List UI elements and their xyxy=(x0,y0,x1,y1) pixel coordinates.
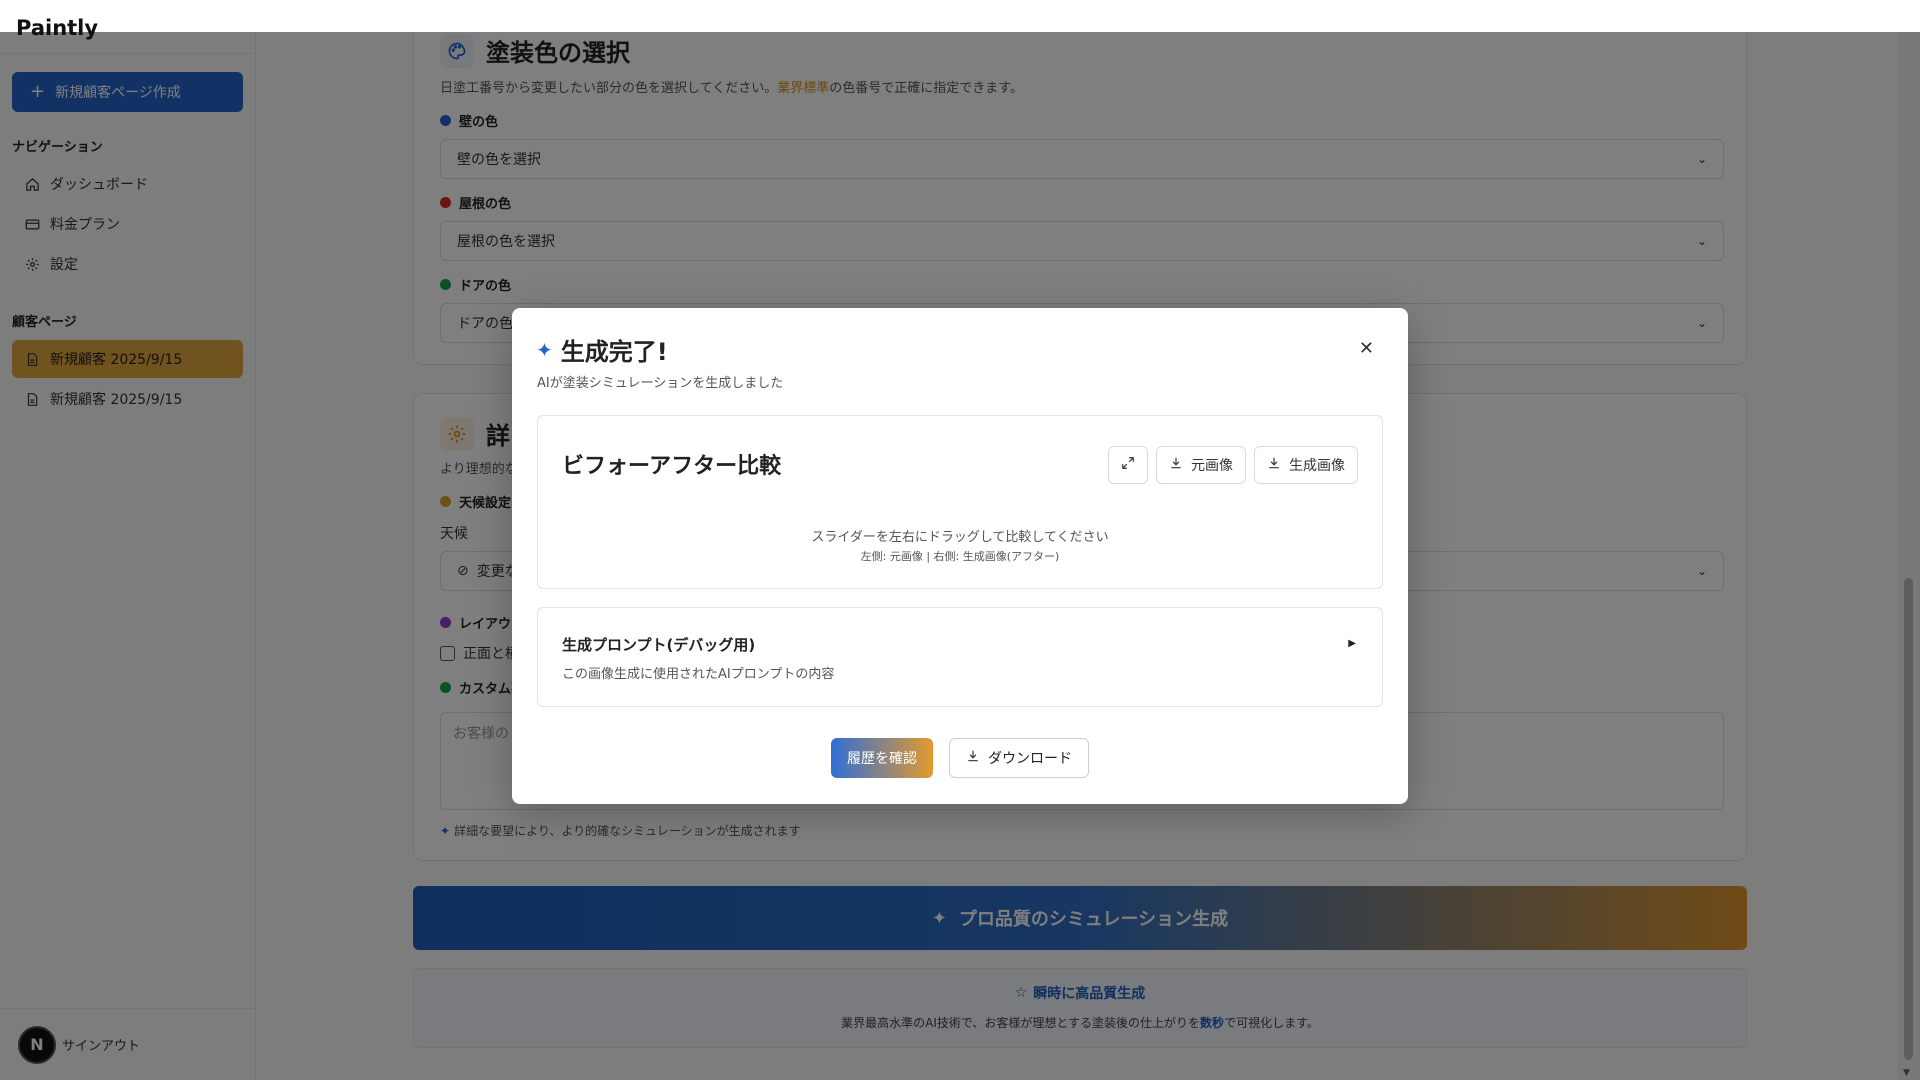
download-icon xyxy=(1169,456,1183,474)
prompt-card[interactable]: 生成プロンプト(デバッグ用) ▶ この画像生成に使用されたAIプロンプトの内容 xyxy=(537,607,1383,707)
slider-sub-hint: 左側: 元画像 | 右側: 生成画像(アフター) xyxy=(860,550,1060,563)
top-header: Paintly xyxy=(0,0,1920,40)
view-history-button[interactable]: 履歴を確認 xyxy=(831,738,933,778)
download-icon xyxy=(966,749,980,767)
before-after-card: ビフォーアフター比較 元画像 生成画像 スライダーを左右にドラッグして比較してく… xyxy=(537,415,1383,589)
generation-complete-dialog: ✦ 生成完了! ✕ AIが塗装シミュレーションを生成しました ビフォーアフター比… xyxy=(512,308,1408,804)
download-original-button[interactable]: 元画像 xyxy=(1156,446,1246,484)
compare-title: ビフォーアフター比較 xyxy=(562,454,782,479)
slider-hint: スライダーを左右にドラッグして比較してください xyxy=(811,530,1109,545)
dialog-actions: 履歴を確認 ダウンロード xyxy=(512,738,1408,778)
dialog-subtitle: AIが塗装シミュレーションを生成しました xyxy=(537,376,784,391)
download-button[interactable]: ダウンロード xyxy=(949,738,1089,778)
download-icon xyxy=(1267,456,1281,474)
close-icon[interactable]: ✕ xyxy=(1359,338,1374,359)
prompt-subtitle: この画像生成に使用されたAIプロンプトの内容 xyxy=(562,667,835,682)
fullscreen-button[interactable] xyxy=(1108,446,1148,484)
dialog-title: ✦ 生成完了! xyxy=(536,337,668,367)
triangle-right-icon[interactable]: ▶ xyxy=(1348,638,1356,649)
sparkle-icon: ✦ xyxy=(536,337,553,362)
download-generated-button[interactable]: 生成画像 xyxy=(1254,446,1358,484)
expand-icon xyxy=(1121,456,1135,474)
brand-logo[interactable]: Paintly xyxy=(16,16,98,40)
prompt-title: 生成プロンプト(デバッグ用) xyxy=(562,636,756,654)
compare-toolbar: 元画像 生成画像 xyxy=(1108,446,1358,484)
